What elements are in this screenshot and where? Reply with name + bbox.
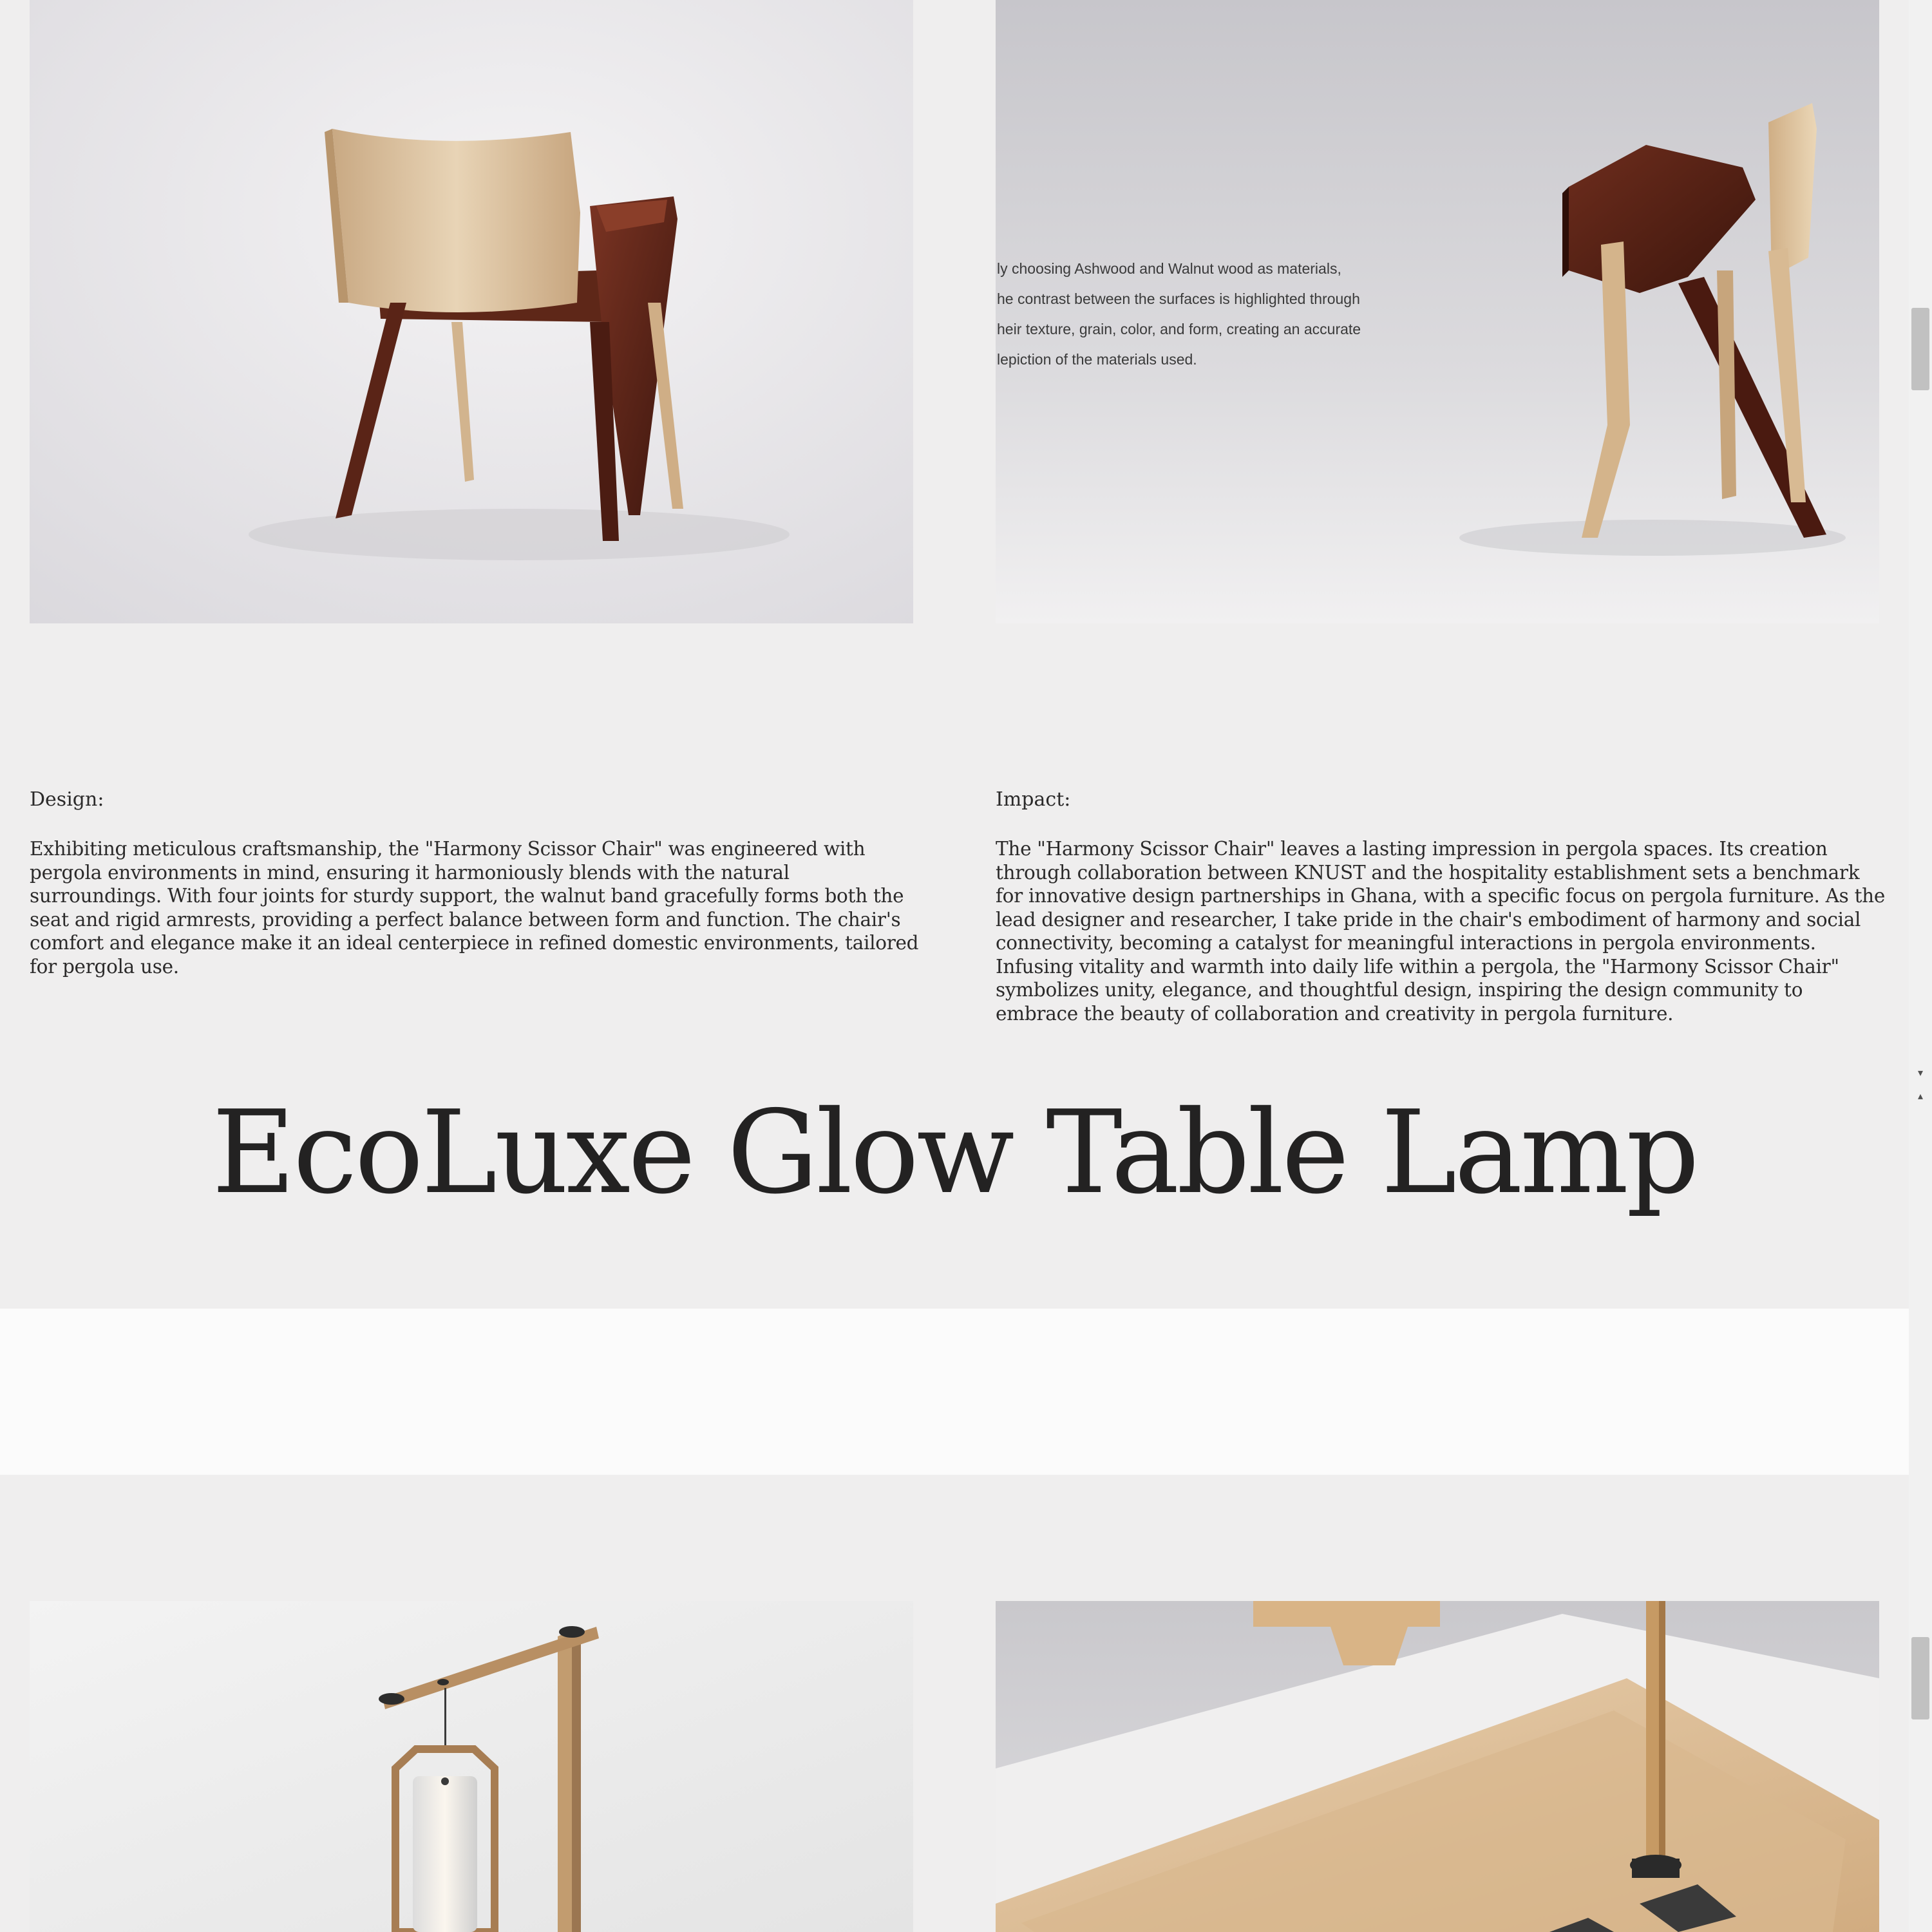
materials-overlay-text: ly choosing Ashwood and Walnut wood as m… (997, 260, 1361, 368)
section-title: EcoLuxe Glow Table Lamp (211, 1086, 1700, 1219)
scroll-down-arrow-icon[interactable]: ▾ (1909, 1066, 1932, 1079)
scrollbar-thumb-upper[interactable] (1911, 308, 1929, 390)
design-section: Design: Exhibiting meticulous craftsmans… (30, 787, 920, 978)
impact-heading: Impact: (996, 788, 1071, 811)
design-body: Exhibiting meticulous craftsmanship, the… (30, 838, 919, 978)
design-heading: Design: (30, 788, 104, 811)
chair-back-view-image (30, 0, 913, 623)
impact-body: The "Harmony Scissor Chair" leaves a las… (996, 838, 1886, 1025)
vertical-scrollbar[interactable]: ▾ ▴ (1909, 0, 1932, 1932)
scroll-up-arrow-icon[interactable]: ▴ (1909, 1090, 1932, 1103)
impact-section: Impact: The "Harmony Scissor Chair" leav… (996, 787, 1886, 1025)
lamp-front-view-image (30, 1601, 913, 1932)
page-content: ly choosing Ashwood and Walnut wood as m… (0, 0, 1909, 1932)
lamp-detail-image (996, 1601, 1879, 1932)
scrollbar-thumb-lower[interactable] (1911, 1637, 1929, 1719)
white-band-divider (0, 1309, 1909, 1475)
